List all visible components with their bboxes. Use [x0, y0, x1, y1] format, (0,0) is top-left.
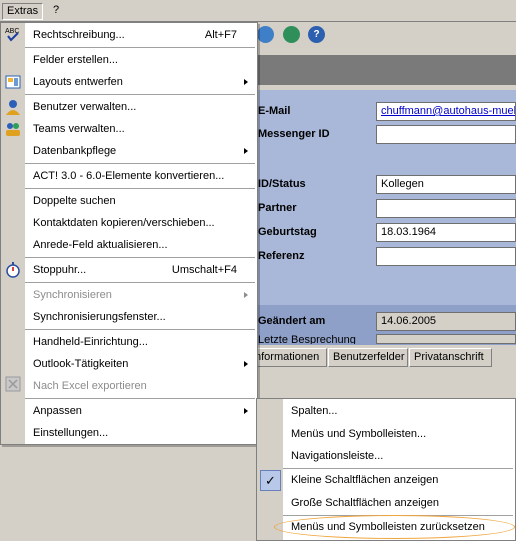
- menu-item-shortcut: Alt+F7: [204, 29, 237, 41]
- submenu-arrow-icon: [244, 79, 248, 85]
- menu-item-copy-move-contacts[interactable]: Kontaktdaten kopieren/verschieben...: [25, 212, 257, 234]
- label-birthday: Geburtstag: [258, 226, 317, 238]
- tab-strip: nformationen Benutzerfelder Privatanschr…: [250, 348, 516, 368]
- menu-item-label: Benutzer verwalten...: [33, 101, 137, 113]
- menu-separator: [25, 47, 255, 48]
- layout-icon: [5, 75, 21, 89]
- stopwatch-icon: [6, 262, 20, 278]
- menu-item-label: Große Schaltflächen anzeigen: [291, 497, 439, 509]
- submenu-item-navigation-bar[interactable]: Navigationsleiste...: [283, 445, 515, 468]
- label-messenger-id: Messenger ID: [258, 128, 330, 140]
- help-icon-glyph: ?: [313, 29, 320, 40]
- menu-item-label: Synchronisieren: [33, 289, 112, 301]
- menu-item-label: Stoppuhr...: [33, 264, 87, 276]
- label-partner: Partner: [258, 202, 297, 214]
- menu-item-label: Synchronisierungsfenster...: [33, 311, 166, 323]
- menu-item-label: Datenbankpflege: [33, 145, 117, 157]
- label-last-meeting: Letzte Besprechung: [258, 334, 356, 344]
- user-icon: [6, 100, 20, 115]
- field-reference[interactable]: [376, 247, 516, 266]
- menu-item-manage-teams[interactable]: Teams verwalten...: [25, 118, 257, 140]
- menu-item-label: Rechtschreibung...: [33, 29, 125, 41]
- spellcheck-icon: ABC: [5, 28, 19, 42]
- submenu-arrow-icon: [244, 292, 248, 298]
- menu-item-update-salutation[interactable]: Anrede-Feld aktualisieren...: [25, 234, 257, 256]
- extras-menu: ABC Rechtschreibung... Alt+F7 Felder ers…: [0, 22, 258, 445]
- menu-item-outlook-activities[interactable]: Outlook-Tätigkeiten: [25, 353, 257, 375]
- tab-privatanschrift[interactable]: Privatanschrift: [409, 348, 492, 367]
- label-id-status: ID/Status: [258, 178, 306, 190]
- label-changed-on: Geändert am: [258, 315, 326, 327]
- menu-separator: [25, 282, 255, 283]
- menu-item-label: Navigationsleiste...: [291, 450, 384, 462]
- menu-item-label: Kleine Schaltflächen anzeigen: [291, 474, 439, 486]
- menu-item-label: Doppelte suchen: [33, 195, 116, 207]
- label-email: E-Mail: [258, 105, 291, 117]
- menu-item-label: Menüs und Symbolleisten...: [291, 428, 427, 440]
- highlight-oval-annotation: [274, 515, 515, 539]
- submenu-item-columns[interactable]: Spalten...: [283, 400, 515, 423]
- menu-item-label: Outlook-Tätigkeiten: [33, 358, 129, 370]
- menu-item-label: Handheld-Einrichtung...: [33, 336, 148, 348]
- menu-separator: [25, 257, 255, 258]
- menu-item-handheld-setup[interactable]: Handheld-Einrichtung...: [25, 331, 257, 353]
- team-icon: [6, 123, 20, 136]
- menu-item-label: Nach Excel exportieren: [33, 380, 147, 392]
- menu-item-stopwatch[interactable]: Stoppuhr... Umschalt+F4: [25, 259, 257, 281]
- tab-informationen[interactable]: nformationen: [250, 348, 327, 367]
- menu-separator: [25, 94, 255, 95]
- menu-bar: Extras ?: [0, 0, 516, 22]
- network-icon[interactable]: [283, 26, 300, 43]
- help-icon[interactable]: ?: [308, 26, 325, 43]
- menu-item-export-excel: Nach Excel exportieren: [25, 375, 257, 397]
- menu-item-synchronize: Synchronisieren: [25, 284, 257, 306]
- submenu-item-small-buttons[interactable]: Kleine Schaltflächen anzeigen: [283, 469, 515, 492]
- field-birthday[interactable]: 18.03.1964: [376, 223, 516, 242]
- menu-item-label: Anrede-Feld aktualisieren...: [33, 239, 168, 251]
- menu-item-convert-act-elements[interactable]: ACT! 3.0 - 6.0-Elemente konvertieren...: [25, 165, 257, 187]
- menu-item-shortcut: Umschalt+F4: [171, 264, 237, 276]
- menu-item-manage-users[interactable]: Benutzer verwalten...: [25, 96, 257, 118]
- menu-item-label: Teams verwalten...: [33, 123, 125, 135]
- menu-item-create-fields[interactable]: Felder erstellen...: [25, 49, 257, 71]
- menu-item-label: Spalten...: [291, 405, 338, 417]
- menu-item-label: Layouts entwerfen: [33, 76, 123, 88]
- menu-item-label: Felder erstellen...: [33, 54, 118, 66]
- field-changed-on[interactable]: 14.06.2005: [376, 312, 516, 331]
- menu-separator: [25, 163, 255, 164]
- submenu-arrow-icon: [244, 408, 248, 414]
- globe-icon[interactable]: [257, 26, 274, 43]
- menu-item-spellcheck[interactable]: Rechtschreibung... Alt+F7: [25, 24, 257, 46]
- menu-separator: [25, 398, 255, 399]
- menu-separator: [25, 329, 255, 330]
- menu-item-database-maintenance[interactable]: Datenbankpflege: [25, 140, 257, 162]
- checkmark-glyph: ✓: [265, 473, 276, 488]
- menu-help[interactable]: ?: [49, 3, 63, 20]
- label-reference: Referenz: [258, 250, 305, 262]
- menu-item-label: Kontaktdaten kopieren/verschieben...: [33, 217, 215, 229]
- menu-item-label: Einstellungen...: [33, 427, 109, 439]
- field-last-meeting[interactable]: [376, 334, 516, 344]
- submenu-arrow-icon: [244, 148, 248, 154]
- submenu-item-large-buttons[interactable]: Große Schaltflächen anzeigen: [283, 492, 515, 515]
- menu-item-label: ACT! 3.0 - 6.0-Elemente konvertieren...: [33, 170, 225, 182]
- menu-item-sync-window[interactable]: Synchronisierungsfenster...: [25, 306, 257, 328]
- menu-item-design-layouts[interactable]: Layouts entwerfen: [25, 71, 257, 93]
- excel-icon: [5, 376, 21, 392]
- menu-item-settings[interactable]: Einstellungen...: [25, 422, 257, 444]
- field-email[interactable]: chuffmann@autohaus-mueller: [376, 102, 516, 121]
- field-id-status[interactable]: Kollegen: [376, 175, 516, 194]
- menu-extras[interactable]: Extras: [2, 3, 44, 20]
- field-partner[interactable]: [376, 199, 516, 218]
- submenu-item-menus-toolbars[interactable]: Menüs und Symbolleisten...: [283, 423, 515, 446]
- menu-item-find-duplicates[interactable]: Doppelte suchen: [25, 190, 257, 212]
- menu-item-customize[interactable]: Anpassen: [25, 400, 257, 422]
- submenu-arrow-icon: [244, 361, 248, 367]
- menu-item-label: Anpassen: [33, 405, 82, 417]
- checkmark-icon: ✓: [260, 470, 281, 491]
- field-messenger-id[interactable]: [376, 125, 516, 144]
- menu-separator: [25, 188, 255, 189]
- tab-benutzerfelder[interactable]: Benutzerfelder: [328, 348, 408, 367]
